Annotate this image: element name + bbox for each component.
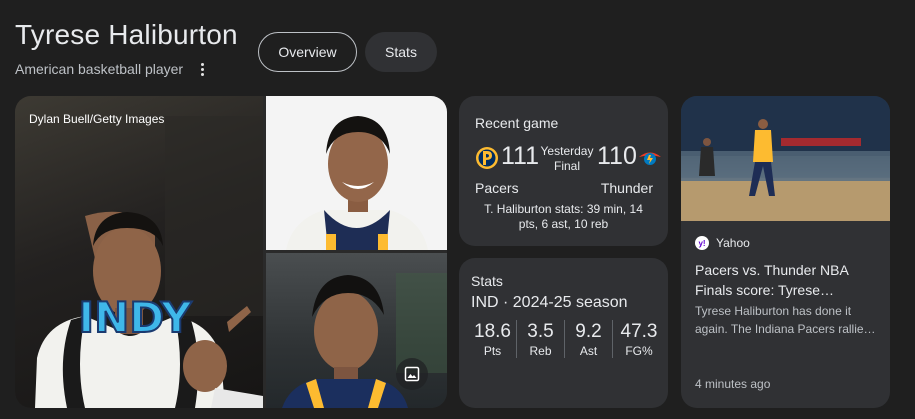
entity-subtitle: American basketball player (15, 61, 184, 77)
season-stats-card[interactable]: Stats IND · 2024-25 season 18.6 Pts 3.5 … (459, 258, 668, 408)
season-label: IND · 2024-25 season (471, 294, 628, 311)
news-illustration (681, 96, 890, 221)
stat-label: Ast (579, 344, 598, 358)
stat-value: 18.6 (474, 321, 511, 342)
photo-credit: Dylan Buell/Getty Images (29, 112, 165, 126)
photo-gallery[interactable]: INDY Dylan Buell/Getty Images (15, 96, 447, 408)
away-team-name: Thunder (600, 180, 653, 196)
stat-assists: 9.2 Ast (565, 320, 613, 358)
stat-points: 18.6 Pts (469, 320, 517, 358)
stat-value: 9.2 (575, 321, 602, 342)
recent-game-label: Recent game (475, 115, 559, 131)
player-game-stats: T. Haliburton stats: 39 min, 14 pts, 6 a… (484, 202, 643, 231)
gallery-icon[interactable] (396, 358, 428, 390)
recent-game-card[interactable]: Recent game 111 Yesterday Final 110 Pace… (459, 96, 668, 246)
news-card[interactable]: y! Yahoo Pacers vs. Thunder NBA Finals s… (681, 96, 890, 408)
subtitle-row: American basketball player (15, 61, 238, 77)
knowledge-panel-header: Tyrese Haliburton American basketball pl… (15, 19, 238, 77)
home-score: 111 (501, 142, 540, 170)
tab-stats[interactable]: Stats (365, 32, 437, 72)
yahoo-icon: y! (695, 236, 709, 250)
news-headline[interactable]: Pacers vs. Thunder NBA Finals score: Tyr… (695, 260, 879, 300)
pacers-logo (476, 147, 498, 169)
news-snippet: Tyrese Haliburton has done it again. The… (695, 304, 876, 336)
stat-label: FG% (625, 344, 653, 358)
stat-label: Pts (483, 344, 502, 358)
game-time: Yesterday Final (537, 144, 597, 174)
home-team-name: Pacers (475, 180, 519, 196)
entity-title: Tyrese Haliburton (15, 19, 238, 50)
news-thumbnail[interactable] (681, 96, 890, 221)
thunder-logo (639, 152, 661, 165)
stat-fg-pct: 47.3 FG% (613, 320, 665, 358)
game-status: Final (553, 159, 580, 173)
image-icon (404, 366, 420, 382)
player-main-illustration: INDY (35, 116, 263, 408)
game-day: Yesterday (540, 144, 594, 158)
stat-value: 3.5 (527, 321, 554, 342)
main-photo[interactable]: INDY Dylan Buell/Getty Images (15, 96, 263, 408)
jersey-text: INDY (79, 293, 193, 342)
stats-label: Stats (471, 273, 503, 289)
more-vert-icon[interactable] (195, 62, 209, 76)
stat-label: Reb (529, 344, 552, 358)
portrait-illustration (286, 116, 428, 250)
away-score: 110 (597, 142, 637, 170)
portrait-photo[interactable] (266, 96, 447, 250)
stat-row: 18.6 Pts 3.5 Reb 9.2 Ast 47.3 FG% (469, 320, 665, 358)
stat-value: 47.3 (620, 321, 658, 342)
tab-overview[interactable]: Overview (258, 32, 357, 72)
news-time: 4 minutes ago (695, 377, 771, 391)
stat-rebounds: 3.5 Reb (517, 320, 565, 358)
source-name: Yahoo (716, 236, 750, 250)
news-source: y! Yahoo (695, 236, 750, 250)
